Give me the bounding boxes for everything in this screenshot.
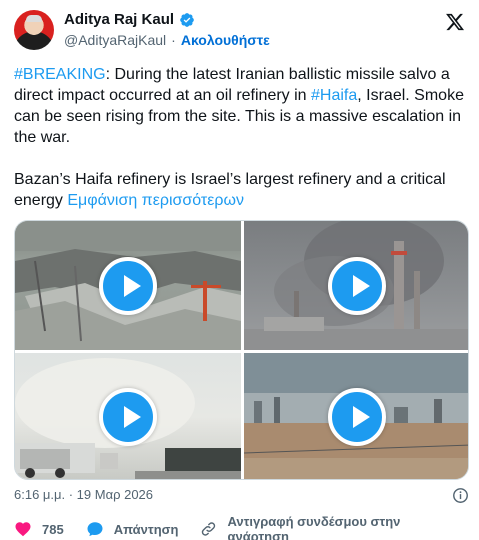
play-button-icon[interactable] — [328, 256, 386, 315]
tweet-header: Aditya Raj Kaul @AdityaRajKaul · Ακολουθ… — [12, 8, 469, 54]
author-display-name[interactable]: Aditya Raj Kaul — [64, 11, 174, 28]
timestamp[interactable]: 6:16 μ.μ. · 19 Μαρ 2026 — [14, 487, 153, 502]
reply-label: Απάντηση — [113, 521, 179, 537]
show-more-link[interactable]: Εμφάνιση περισσότερων — [67, 192, 244, 209]
play-button-icon[interactable] — [99, 256, 157, 315]
author-name-row: Aditya Raj Kaul — [64, 11, 195, 28]
play-button-icon[interactable] — [328, 388, 386, 446]
separator-dot: · — [171, 32, 176, 48]
avatar[interactable] — [14, 10, 54, 50]
verified-badge-icon — [180, 12, 194, 27]
tweet-actions: 785 Απάντηση Αντιγραφή συνδέσμου στην αν… — [14, 514, 474, 540]
reply-button[interactable]: Απάντηση — [86, 520, 179, 538]
play-button-icon[interactable] — [99, 388, 157, 446]
video-thumbnail-3[interactable] — [15, 353, 241, 479]
copy-link-label: Αντιγραφή συνδέσμου στην ανάρτηση — [227, 514, 401, 540]
tweet-meta: 6:16 μ.μ. · 19 Μαρ 2026 — [14, 487, 469, 505]
hashtag-haifa-link[interactable]: #Haifa — [311, 87, 357, 104]
heart-icon — [15, 522, 31, 537]
copy-link-button[interactable]: Αντιγραφή συνδέσμου στην ανάρτηση — [200, 514, 452, 540]
tweet-paragraph-2: Bazan’s Haifa refinery is Israel’s large… — [14, 169, 469, 211]
media-grid — [14, 220, 469, 480]
follow-button[interactable]: Ακολουθήστε — [181, 32, 270, 48]
tweet-text: #BREAKING: During the latest Iranian bal… — [14, 64, 469, 211]
video-thumbnail-2[interactable] — [244, 221, 468, 350]
video-thumbnail-1[interactable] — [15, 221, 241, 350]
video-thumbnail-4[interactable] — [244, 353, 468, 479]
x-logo-icon[interactable] — [445, 12, 465, 32]
info-icon[interactable] — [452, 487, 469, 504]
hashtag-breaking-link[interactable]: #BREAKING — [14, 66, 106, 83]
author-handle-row: @AdityaRajKaul · Ακολουθήστε — [64, 32, 270, 48]
link-icon — [202, 522, 216, 536]
author-handle[interactable]: @AdityaRajKaul — [64, 32, 166, 48]
like-button[interactable]: 785 — [14, 520, 64, 538]
like-count: 785 — [42, 521, 64, 537]
reply-icon — [87, 522, 103, 537]
tweet-paragraph-1: #BREAKING: During the latest Iranian bal… — [14, 64, 469, 148]
